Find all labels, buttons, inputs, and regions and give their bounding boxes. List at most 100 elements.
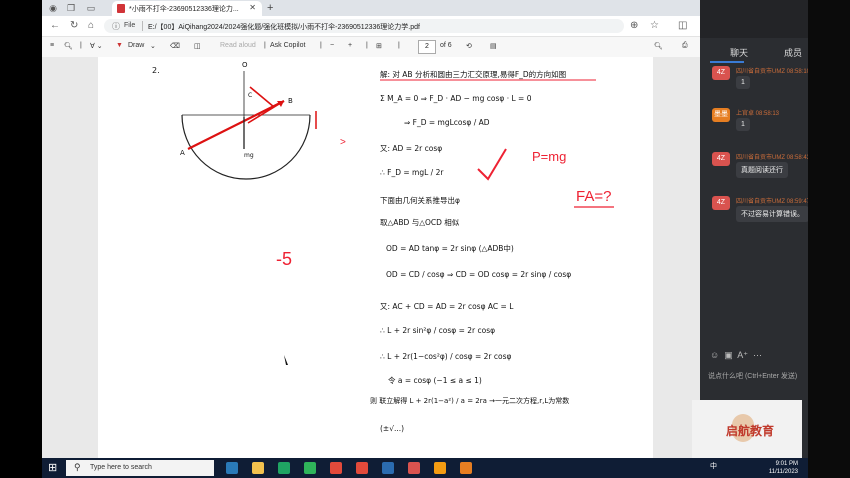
checkmark: [477, 148, 507, 181]
draw-dropdown-icon[interactable]: ⌄: [150, 42, 156, 50]
read-aloud-button[interactable]: Read aloud: [220, 42, 256, 49]
zoom-in-icon[interactable]: +: [348, 42, 352, 49]
solution-line-11: ∴ L + 2r sin²φ / cosφ = 2r cosφ: [380, 326, 495, 335]
app-icon-4[interactable]: [408, 462, 420, 474]
edge-icon[interactable]: [226, 462, 238, 474]
search-pdf-icon[interactable]: 🔍︎: [64, 42, 73, 50]
solution-line-12: ∴ L + 2r(1−cos²φ) / cosφ = 2r cosφ: [380, 352, 511, 361]
find-icon[interactable]: 🔍︎: [654, 42, 663, 50]
font-icon[interactable]: A⁺: [737, 350, 748, 360]
page-number-input[interactable]: 2: [418, 40, 436, 54]
favorite-icon[interactable]: ☆: [650, 20, 659, 31]
start-icon[interactable]: ⊞: [48, 462, 60, 474]
new-tab-icon[interactable]: +: [267, 2, 273, 14]
message-text: 不过容易计算错误。: [736, 206, 809, 222]
app-icon-5[interactable]: [434, 462, 446, 474]
handwritten-content: 2. mg A B O C > -5 解: 对 AB 分析和圆由三力汇交原理,易…: [152, 61, 614, 433]
active-tab-indicator: [710, 61, 744, 63]
sep-3: |: [320, 42, 322, 49]
app-icon-6[interactable]: [460, 462, 472, 474]
pdf-page: 2. mg A B O C > -5 解: 对 AB 分析和圆由三力汇交原理,易…: [98, 57, 653, 458]
split-screen-icon[interactable]: ◫: [678, 20, 687, 31]
solution-line-10: 又: AC + CD = AD = 2r cosφ AC = L: [380, 302, 514, 311]
solution-line-6: 下面由几何关系推导出φ: [380, 195, 460, 205]
message-sender: 四川省自贡市UMZ 08:58:43: [736, 155, 811, 161]
zoom-icon[interactable]: ⊕: [630, 20, 638, 31]
app-icon-1[interactable]: [330, 462, 342, 474]
solution-line-7: 取△ABD 与△OCD 相似: [380, 217, 460, 227]
emoji-icon[interactable]: ☺: [710, 350, 719, 360]
avatar: 墨墨: [712, 108, 730, 122]
draw-button[interactable]: Draw: [128, 42, 144, 49]
solution-line-2: Σ M_A = 0 ⇒ F_D · AD − mg cosφ · L = 0: [380, 94, 532, 103]
highlight-icon[interactable]: ∀ ⌄: [90, 42, 103, 50]
image-icon[interactable]: ▣: [724, 350, 733, 360]
tab-chat[interactable]: 聊天: [730, 46, 748, 59]
point-b-label: B: [288, 97, 293, 105]
fit-page-icon[interactable]: ⊞: [376, 42, 382, 50]
print-icon[interactable]: ⎙: [682, 42, 688, 50]
solution-line-3: ⇒ F_D = mgLcosφ / AD: [404, 118, 490, 127]
solution-line-5: ∴ F_D = mgL / 2r: [380, 168, 444, 177]
sep-5: |: [398, 42, 400, 49]
grade-mark: -5: [276, 249, 292, 269]
search-placeholder: Type here to search: [90, 464, 152, 471]
file-explorer-icon[interactable]: [252, 462, 264, 474]
eraser-icon[interactable]: ⌫: [170, 42, 180, 50]
screen: ◉ ❐ ▭ *小雨不打伞-23690512336理论力... ✕ + ← ↻ ⌂…: [0, 0, 850, 478]
page-view-icon[interactable]: ▤: [490, 42, 497, 50]
profile-icon[interactable]: ◉: [48, 3, 58, 13]
chat-panel: 聊天 成员 4Z 四川省自贡市UMZ 08:58:10 1 墨墨 上官卓 08:…: [700, 0, 811, 458]
taskbar-search[interactable]: ⚲ Type here to search: [66, 460, 214, 476]
message-text: 1: [736, 76, 750, 89]
search-icon: ⚲: [74, 462, 81, 472]
draw-icon[interactable]: ▼: [116, 42, 123, 49]
solution-line-13: 令 a = cosφ (−1 ≤ a ≤ 1): [388, 375, 482, 385]
zoom-out-icon[interactable]: −: [330, 42, 334, 49]
close-tab-icon[interactable]: ✕: [249, 3, 256, 12]
chat-input[interactable]: 说点什么吧 (Ctrl+Enter 发送): [708, 371, 797, 381]
address-bar[interactable]: ⓘ File E:/【00】AiQihang2024/2024强化题/强化班模拟…: [104, 19, 624, 33]
rod-ab: [187, 100, 285, 150]
tab-pdf[interactable]: *小雨不打伞-23690512336理论力... ✕: [112, 1, 262, 16]
app-icon-3[interactable]: [382, 462, 394, 474]
clock[interactable]: 9:01 PM 11/11/2023: [769, 460, 798, 476]
rotate-icon[interactable]: ⟲: [466, 42, 472, 50]
sep-1: |: [80, 42, 82, 49]
tab-title: *小雨不打伞-23690512336理论力...: [129, 6, 239, 13]
sidebar-view-icon[interactable]: ◫: [194, 42, 201, 50]
ask-copilot-button[interactable]: Ask Copilot: [270, 42, 305, 49]
collections-icon[interactable]: ❐: [66, 3, 76, 13]
sep-4: |: [366, 42, 368, 49]
more-icon[interactable]: ⋯: [753, 350, 762, 360]
solution-line-4: 又: AD = 2r cosφ: [380, 144, 442, 153]
clock-date: 11/11/2023: [768, 469, 798, 475]
home-icon[interactable]: ⌂: [88, 20, 94, 31]
wechat-icon[interactable]: [278, 462, 290, 474]
message-text: 1: [736, 118, 750, 131]
page-total: of 6: [440, 42, 452, 49]
refresh-icon[interactable]: ↻: [70, 20, 78, 31]
tab-actions-icon[interactable]: ▭: [86, 3, 96, 13]
force-arrow-2: [249, 86, 275, 108]
browser-window: ◉ ❐ ▭ *小雨不打伞-23690512336理论力... ✕ + ← ↻ ⌂…: [42, 0, 700, 458]
message-text: 真题阅读还行: [736, 162, 788, 178]
solution-line-1: 解: 对 AB 分析和圆由三力汇交原理,易得F_D的方向如图: [380, 69, 566, 79]
avatar: 4Z: [712, 152, 730, 166]
solution-line-14: 则 联立解得 L + 2r(1−a²) / a = 2ra →一元二次方程,r,…: [370, 396, 569, 405]
back-icon[interactable]: ←: [50, 20, 60, 31]
taskbar: ⊞ ⚲ Type here to search 中 9:01 PM 11/11/…: [42, 458, 808, 478]
tab-members[interactable]: 成员: [784, 46, 802, 59]
system-tray-lang[interactable]: 中: [710, 461, 717, 471]
info-icon[interactable]: ⓘ: [112, 21, 120, 32]
pdf-toolbar: ≡ 🔍︎ | ∀ ⌄ ▼ Draw ⌄ ⌫ ◫ Read aloud | Ask…: [42, 37, 700, 58]
menu-icon[interactable]: ≡: [50, 42, 54, 49]
p-equation: P=mg: [532, 149, 566, 164]
app-icon-2[interactable]: [356, 462, 368, 474]
clock-time: 9:01 PM: [775, 461, 798, 467]
webcam-overlay: 启航教育: [692, 400, 802, 458]
address-url[interactable]: E:/【00】AiQihang2024/2024强化题/强化班模拟/小雨不打伞-…: [148, 22, 420, 32]
chat-app-icon[interactable]: [304, 462, 316, 474]
pdf-viewer[interactable]: 2. mg A B O C > -5 解: 对 AB 分析和圆由三力汇交原理,易…: [42, 57, 700, 458]
address-row: ← ↻ ⌂ ⓘ File E:/【00】AiQihang2024/2024强化题…: [42, 16, 700, 37]
